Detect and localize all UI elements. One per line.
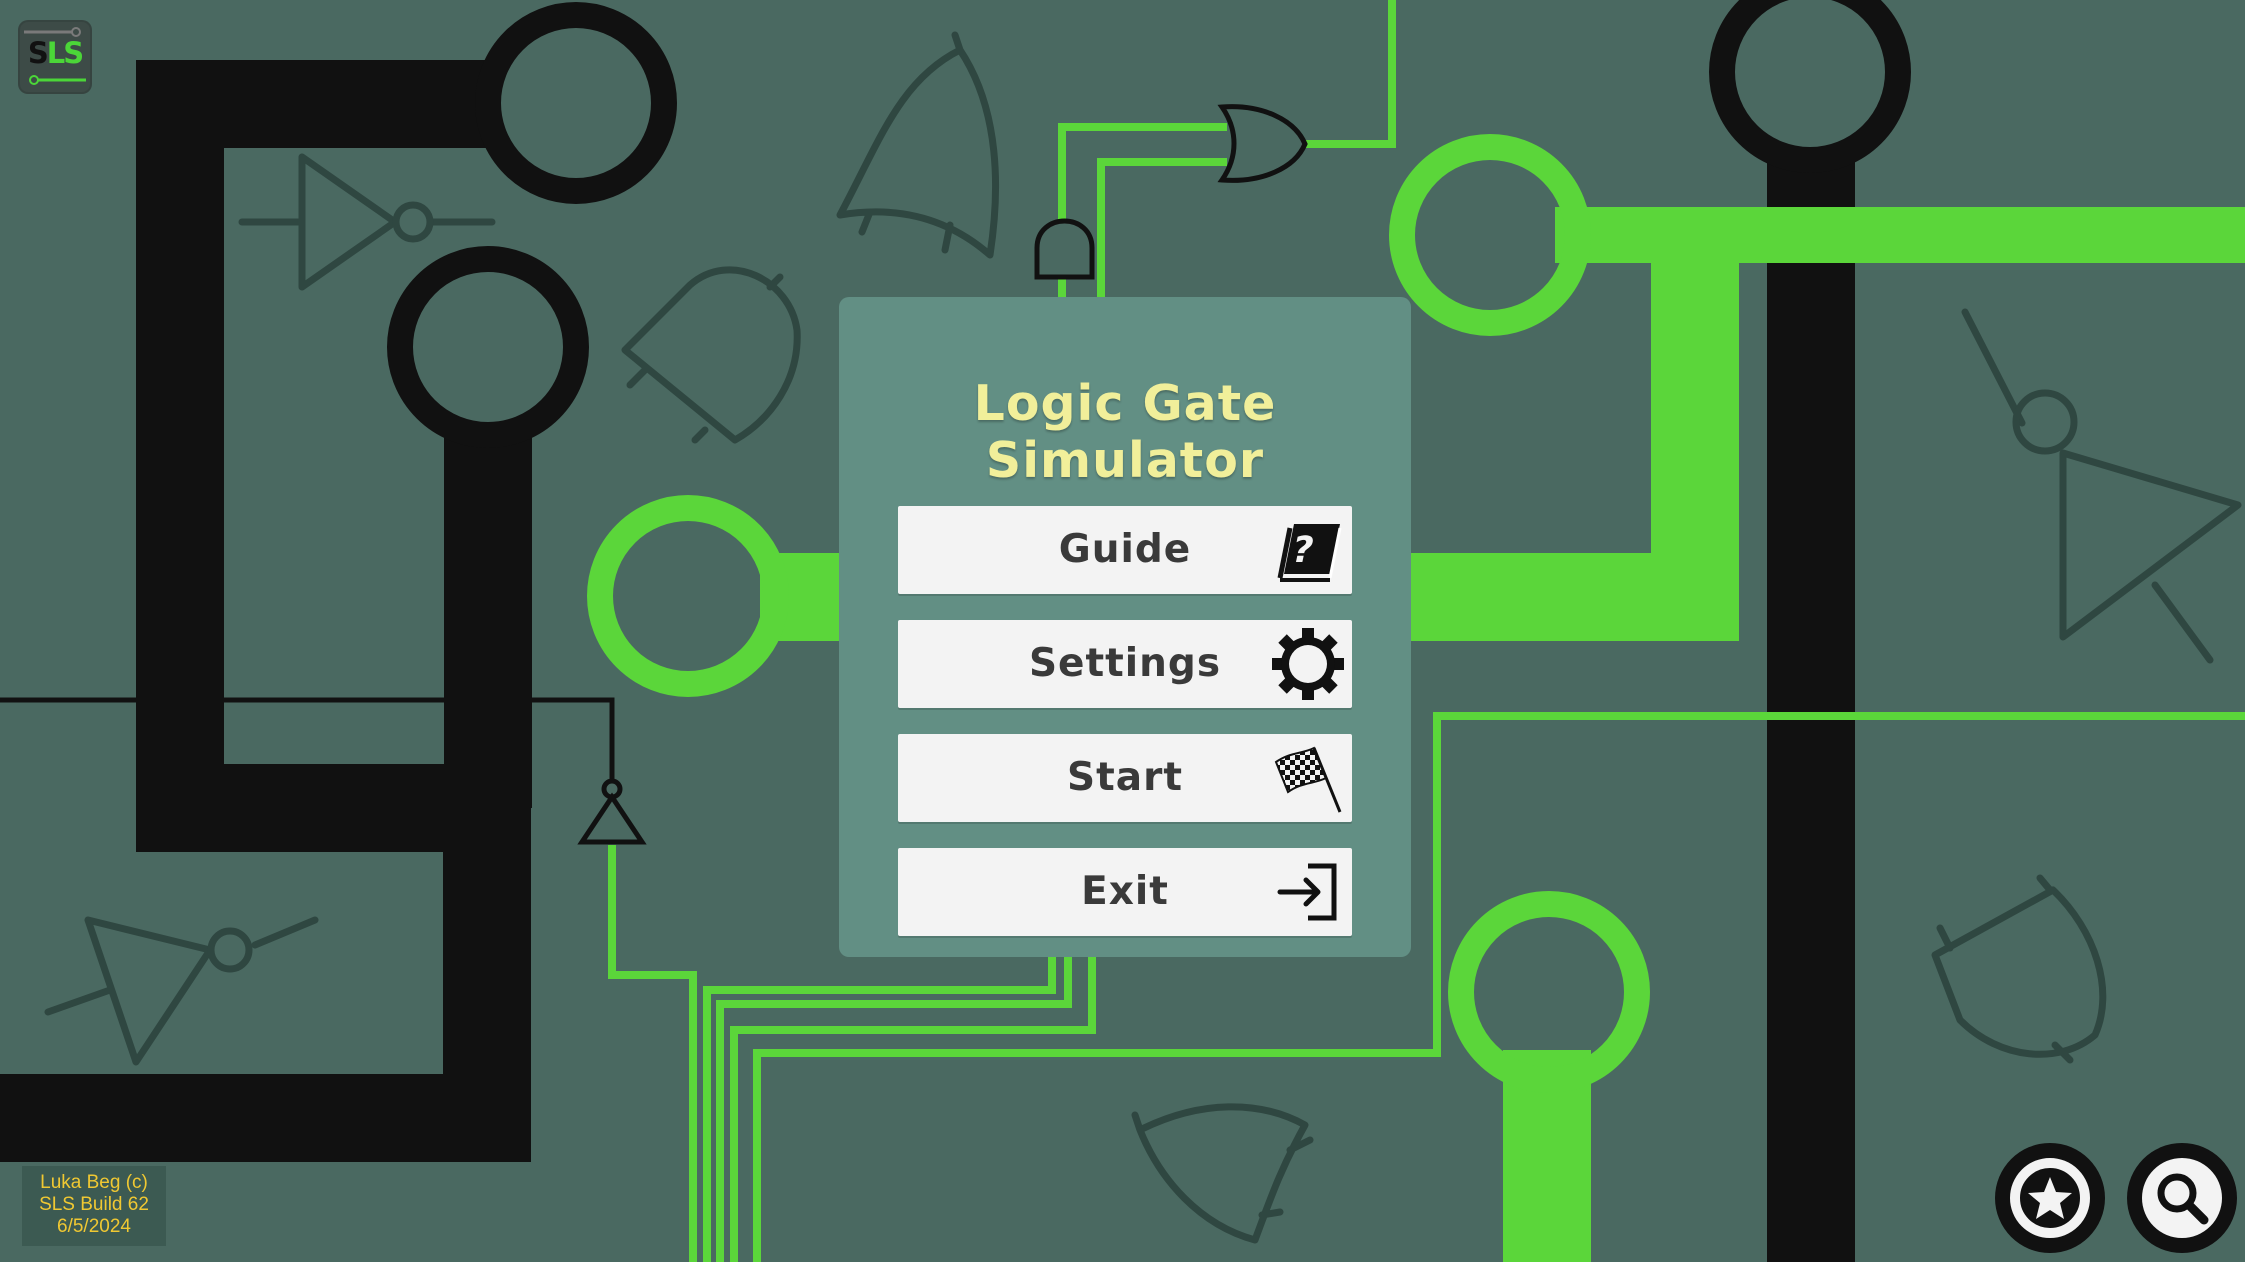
credits-author: Luka Beg (c): [40, 1172, 148, 1193]
favorites-button[interactable]: [1995, 1143, 2105, 1253]
settings-button[interactable]: Settings: [898, 620, 1352, 708]
credits-build: SLS Build 62: [39, 1194, 149, 1215]
exit-button[interactable]: Exit: [898, 848, 1352, 936]
search-button[interactable]: [2127, 1143, 2237, 1253]
logo-text: SLS: [24, 36, 86, 70]
logo-text-green: LS: [46, 36, 84, 70]
start-button[interactable]: Start: [898, 734, 1352, 822]
checkered-flag-icon: [1274, 746, 1342, 813]
guide-book-icon: ?: [1277, 524, 1342, 582]
search-icon: [2142, 1158, 2222, 1238]
app-logo: SLS: [20, 22, 90, 92]
game-title: Logic Gate Simulator: [973, 375, 1277, 489]
credits-date: 6/5/2024: [57, 1216, 131, 1237]
guide-button[interactable]: Guide ?: [898, 506, 1352, 594]
logo-text-dark: S: [27, 36, 49, 70]
gear-icon: [1272, 628, 1344, 700]
main-menu-panel: Logic Gate Simulator Guide ? Settings St…: [839, 297, 1411, 957]
credits-box: Luka Beg (c) SLS Build 62 6/5/2024: [22, 1166, 166, 1246]
star-icon: [2010, 1158, 2090, 1238]
exit-icon: [1277, 863, 1337, 921]
